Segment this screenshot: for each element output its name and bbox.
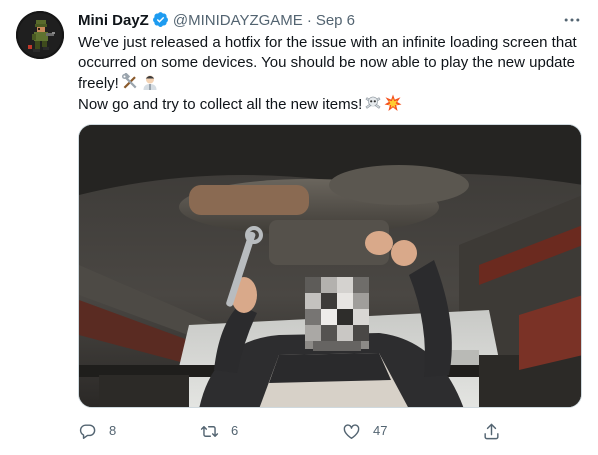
retweet-button[interactable]: 6 <box>200 420 238 442</box>
skull-and-crossbones-emoji <box>364 94 382 112</box>
tweet-text-line-2: Now go and try to collect all the new it… <box>78 96 363 113</box>
tweet-date[interactable]: Sep 6 <box>316 12 355 29</box>
car-underside-photo <box>79 125 581 407</box>
pixelated-face <box>305 277 369 351</box>
author-handle[interactable]: @MINIDAYZGAME <box>173 12 303 29</box>
like-count: 47 <box>373 423 388 438</box>
hammer-and-wrench-emoji <box>121 72 139 91</box>
collision-emoji <box>384 94 402 112</box>
like-button[interactable]: 47 <box>342 420 387 442</box>
tweet-actions: 8 6 47 <box>78 420 578 442</box>
reply-count: 8 <box>109 423 117 438</box>
tweet-header: Mini DayZ @MINIDAYZGAME · Sep 6 <box>78 11 582 31</box>
tweet-text: We've just released a hotfix for the iss… <box>78 33 588 115</box>
separator-dot: · <box>306 12 312 29</box>
reply-icon <box>79 423 96 439</box>
share-button[interactable] <box>482 420 501 442</box>
retweet-icon <box>200 425 219 437</box>
tweet-card[interactable]: Mini DayZ @MINIDAYZGAME · Sep 6 We've just … <box>0 0 598 455</box>
share-icon <box>484 423 499 439</box>
retweet-count: 6 <box>231 423 239 438</box>
reply-button[interactable]: 8 <box>78 420 116 442</box>
author-avatar[interactable] <box>16 11 64 59</box>
mechanic-emoji <box>141 73 159 91</box>
tweet-photo[interactable] <box>78 124 582 408</box>
soldier-avatar-image <box>16 11 64 59</box>
author-name[interactable]: Mini DayZ <box>78 12 149 29</box>
more-icon[interactable] <box>562 10 582 30</box>
like-icon <box>343 423 360 439</box>
verified-badge-icon <box>152 11 169 28</box>
